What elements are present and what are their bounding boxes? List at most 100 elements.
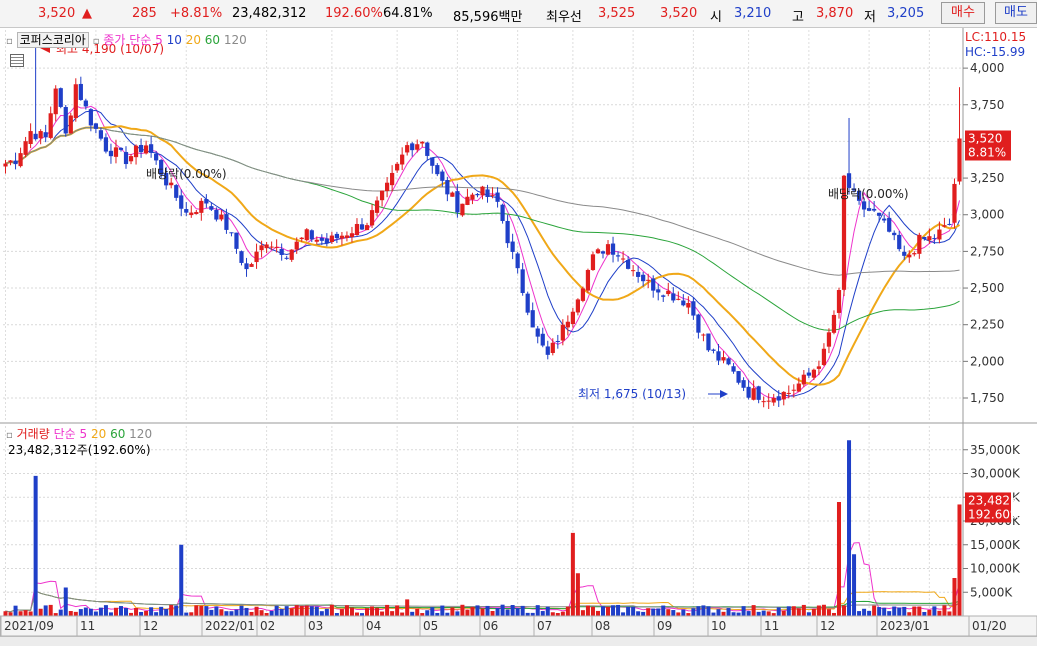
date-tick-label: 10 (711, 619, 726, 633)
chart-canvas[interactable]: 4,0003,7503,5003,2503,0002,7502,5002,250… (0, 28, 1037, 636)
volume-bar (33, 475, 38, 616)
candle-body (294, 241, 299, 250)
candle-body (43, 132, 48, 138)
price-tick-label: 2,000 (970, 354, 1004, 368)
volume-bar (726, 608, 731, 616)
volume-bar (103, 605, 108, 616)
candle-body (877, 212, 882, 216)
candle-body (867, 208, 872, 211)
volume-bar (349, 607, 354, 616)
volume-bar (299, 605, 304, 616)
candle-body (555, 340, 560, 342)
ma-settings-icon[interactable]: ▫ (93, 36, 100, 47)
volume-bar (430, 607, 435, 616)
volume-bar (365, 608, 370, 616)
candle-body (565, 321, 570, 328)
vol-ma120-label: 120 (129, 427, 153, 441)
volume-bar (284, 606, 289, 616)
volume-bar (83, 607, 88, 616)
volume-bar (485, 605, 490, 616)
volume-bar (595, 610, 600, 616)
last-price-label: 3,520 (968, 131, 1002, 145)
volume-bar (816, 605, 821, 616)
candle-body (781, 391, 786, 400)
volume-bar (942, 605, 947, 616)
candle-body (8, 160, 13, 163)
candle-body (475, 193, 480, 196)
candle-body (445, 180, 450, 195)
volume-bar (108, 612, 113, 616)
candle-body (149, 144, 154, 153)
table-view-icon[interactable] (10, 54, 24, 67)
volume-bar (887, 611, 892, 616)
volume-bar (611, 605, 616, 616)
volume-bar (214, 606, 219, 616)
price-tick-label: 2,750 (970, 244, 1004, 258)
volume-tick-label: 5,000K (970, 585, 1013, 599)
volume-bar (440, 605, 445, 616)
volume-bar (78, 609, 83, 616)
volume-bar (540, 611, 545, 616)
candle-body (836, 290, 842, 313)
volume-bar (3, 611, 8, 616)
volume-bar (229, 611, 234, 616)
candle-body (304, 229, 309, 241)
candle-body (18, 153, 23, 167)
candle-body (465, 196, 470, 205)
best-bid: 3,525 (598, 6, 636, 21)
sell-button[interactable]: 매도 (995, 2, 1037, 24)
volume-bar (746, 611, 751, 616)
candle-body (98, 130, 104, 139)
candle-body (605, 244, 611, 255)
candle-body (902, 251, 907, 256)
candle-body (480, 186, 485, 196)
candle-body (816, 366, 822, 369)
volume-bar (535, 605, 540, 616)
candle-body (53, 88, 58, 115)
volume-bar (455, 611, 460, 616)
candle-body (244, 263, 249, 270)
horizontal-scrollbar[interactable] (0, 636, 1037, 646)
volume-bar (73, 611, 78, 616)
open-price: 3,210 (734, 6, 772, 21)
volume-bar (244, 607, 249, 616)
volume-bar (58, 609, 63, 616)
last-pct-label: 8.81% (968, 145, 1006, 159)
volume-bar (23, 610, 28, 616)
volume-bar (821, 604, 826, 616)
volume-bar (460, 604, 465, 616)
volume-bar (606, 606, 611, 616)
buy-button[interactable]: 매수 (941, 2, 985, 24)
volume-bar (691, 608, 696, 616)
candle-body (369, 210, 375, 226)
volume-bar (500, 604, 505, 616)
date-tick-label: 08 (595, 619, 610, 633)
volume-bar (781, 610, 786, 616)
volume-bar (134, 607, 139, 616)
candle-body (676, 298, 681, 300)
high-label: 고 (792, 10, 804, 25)
candle-body (133, 145, 139, 158)
candle-body (831, 314, 837, 333)
candle-body (123, 152, 129, 165)
volume-settings-icon[interactable]: ▫ (6, 430, 13, 441)
volume-bar (475, 605, 480, 616)
candle-body (726, 358, 731, 365)
candle-body (334, 233, 340, 239)
candle-body (646, 279, 651, 281)
dividend-note: 배당락(0.00%) (828, 187, 909, 201)
candle-body (625, 259, 631, 269)
candle-body (550, 342, 555, 353)
volume-bar (324, 608, 329, 616)
vol-ma20-label: 20 (90, 427, 107, 441)
volume-bar (169, 604, 174, 616)
dividend-note: 배당락(0.00%) (146, 167, 227, 181)
volume-bar (560, 611, 565, 616)
collapse-box-icon[interactable]: ▫ (6, 36, 13, 47)
volume-bar (174, 605, 179, 616)
candle-body (384, 182, 390, 192)
candle-body (455, 191, 460, 213)
candle-body (264, 244, 269, 249)
candle-body (249, 264, 254, 267)
candle-body (3, 163, 8, 167)
